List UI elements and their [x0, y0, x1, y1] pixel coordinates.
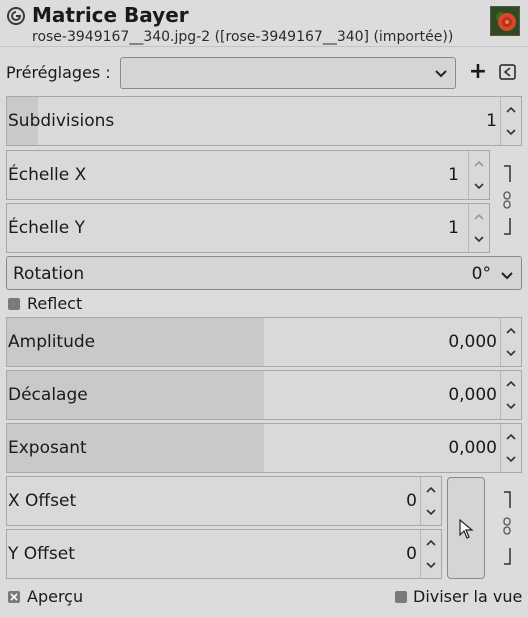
exponent-value: 0,000 [448, 438, 497, 458]
add-preset-button[interactable]: + [466, 60, 490, 84]
y-offset-stepper[interactable] [420, 530, 441, 578]
chevron-up-icon[interactable] [504, 324, 518, 338]
exponent-spinscale[interactable]: Exposant 0,000 [6, 423, 522, 473]
chevron-up-icon[interactable] [472, 210, 486, 224]
x-offset-spinbutton[interactable]: X Offset 0 [6, 476, 442, 526]
rotation-dropdown[interactable]: Rotation 0° [6, 256, 522, 290]
scale-x-label: Échelle X [8, 165, 87, 185]
reflect-label: Reflect [27, 294, 83, 313]
preview-checkbox[interactable] [8, 591, 20, 603]
rotation-value: 0° [471, 264, 491, 284]
x-offset-value: 0 [406, 491, 417, 511]
amplitude-value: 0,000 [448, 332, 497, 352]
scale-x-value: 1 [448, 165, 459, 185]
check-mark-icon [10, 593, 18, 601]
chevron-down-icon[interactable] [504, 452, 518, 466]
chevron-up-icon[interactable] [504, 377, 518, 391]
split-view-label: Diviser la vue [413, 587, 523, 606]
chevron-up-icon[interactable] [472, 157, 486, 171]
chevron-down-icon[interactable] [472, 232, 486, 246]
offset-label: Décalage [8, 385, 88, 405]
subdivisions-stepper[interactable] [500, 97, 521, 145]
pointer-cursor-icon [459, 518, 474, 539]
chevron-down-icon[interactable] [424, 505, 438, 519]
presets-menu-button[interactable] [498, 62, 518, 82]
exponent-stepper[interactable] [500, 424, 521, 472]
gimp-logo-icon [7, 7, 25, 25]
subdivisions-value: 1 [486, 111, 497, 131]
presets-label: Préréglages : [6, 63, 111, 82]
scale-chain-link-icon[interactable] [498, 160, 516, 240]
amplitude-stepper[interactable] [500, 318, 521, 366]
chevron-up-icon[interactable] [424, 483, 438, 497]
chevron-up-icon[interactable] [424, 536, 438, 550]
scale-x-spinscale[interactable]: Échelle X 1 [6, 150, 490, 200]
chevron-down-icon[interactable] [504, 399, 518, 413]
chevron-down-icon[interactable] [472, 179, 486, 193]
chevron-down-icon [435, 70, 447, 78]
offset-chain-link-icon[interactable] [498, 488, 516, 568]
x-offset-label: X Offset [8, 491, 77, 511]
plus-icon: + [468, 59, 488, 84]
y-offset-spinbutton[interactable]: Y Offset 0 [6, 529, 442, 579]
amplitude-label: Amplitude [8, 332, 96, 352]
y-offset-value: 0 [406, 544, 417, 564]
image-thumbnail [490, 6, 520, 36]
offset-spinscale[interactable]: Décalage 0,000 [6, 370, 522, 420]
split-view-checkbox[interactable] [395, 591, 407, 603]
chevron-up-icon[interactable] [504, 430, 518, 444]
dialog-title: Matrice Bayer [32, 3, 189, 27]
pick-offset-button[interactable] [447, 477, 485, 579]
offset-value: 0,000 [448, 385, 497, 405]
scale-y-stepper[interactable] [468, 204, 489, 252]
presets-dropdown[interactable] [120, 57, 456, 89]
chevron-down-icon [501, 272, 513, 280]
amplitude-spinscale[interactable]: Amplitude 0,000 [6, 317, 522, 367]
offset-stepper[interactable] [500, 371, 521, 419]
preview-label: Aperçu [27, 587, 84, 606]
subdivisions-label: Subdivisions [8, 111, 115, 131]
scale-y-label: Échelle Y [8, 218, 86, 238]
rotation-label: Rotation [13, 264, 85, 284]
y-offset-label: Y Offset [8, 544, 75, 564]
scale-x-stepper[interactable] [468, 151, 489, 199]
chevron-down-icon[interactable] [504, 125, 518, 139]
chevron-down-icon[interactable] [504, 346, 518, 360]
x-offset-stepper[interactable] [420, 477, 441, 525]
scale-y-value: 1 [448, 218, 459, 238]
reflect-checkbox[interactable] [8, 298, 20, 310]
header-divider [0, 46, 528, 47]
scale-y-spinscale[interactable]: Échelle Y 1 [6, 203, 490, 253]
chevron-down-icon[interactable] [424, 558, 438, 572]
subdivisions-spinscale[interactable]: Subdivisions 1 [6, 96, 522, 146]
exponent-label: Exposant [8, 438, 87, 458]
chevron-up-icon[interactable] [504, 103, 518, 117]
dialog-subtitle: rose-3949167__340.jpg-2 ([rose-3949167__… [32, 29, 454, 45]
